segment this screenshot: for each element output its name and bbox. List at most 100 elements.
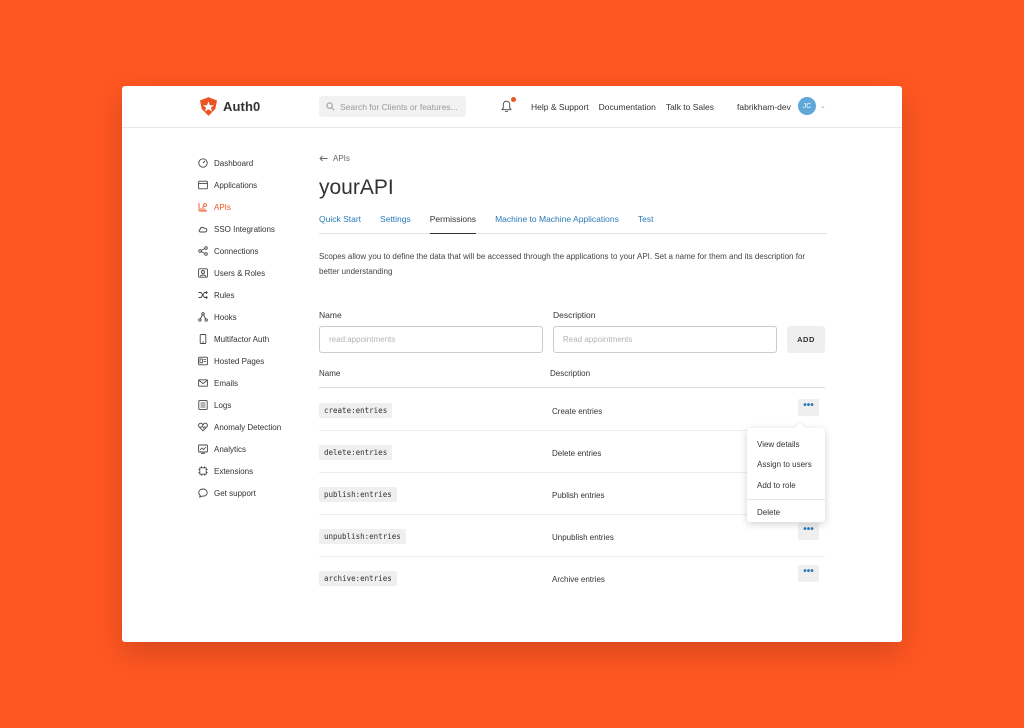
- tab-settings[interactable]: Settings: [380, 214, 411, 234]
- sidebar-item-anomaly-detection[interactable]: Anomaly Detection: [198, 416, 298, 438]
- permission-description: Create entries: [552, 407, 603, 416]
- analytics-icon: [198, 444, 208, 454]
- add-button[interactable]: ADD: [787, 326, 825, 353]
- sidebar-item-label: Applications: [214, 180, 258, 190]
- sidebar-item-label: Multifactor Auth: [214, 334, 270, 344]
- talk-to-sales-link[interactable]: Talk to Sales: [666, 102, 714, 112]
- avatar[interactable]: JC: [798, 97, 816, 115]
- sidebar-item-label: Connections: [214, 246, 259, 256]
- more-icon: •••: [803, 399, 814, 411]
- menu-divider: [747, 498, 825, 500]
- column-header-description: Description: [550, 369, 591, 378]
- page-title: yourAPI: [319, 176, 394, 199]
- sidebar-item-label: APIs: [214, 202, 231, 212]
- more-actions-button[interactable]: •••: [798, 399, 819, 416]
- notification-dot: [511, 97, 516, 102]
- sidebar-item-label: Extensions: [214, 466, 254, 476]
- sidebar-item-apis[interactable]: APIs: [198, 196, 298, 218]
- sidebar-item-get-support[interactable]: Get support: [198, 482, 298, 504]
- sidebar-item-hosted-pages[interactable]: Hosted Pages: [198, 350, 298, 372]
- sidebar-item-multifactor-auth[interactable]: Multifactor Auth: [198, 328, 298, 350]
- tenant-name[interactable]: fabrikham-dev: [737, 102, 791, 112]
- name-field-label: Name: [319, 310, 342, 320]
- documentation-link[interactable]: Documentation: [599, 102, 656, 112]
- apis-icon: [198, 203, 207, 212]
- users-icon: [198, 268, 208, 278]
- chat-icon: [198, 488, 208, 498]
- sidebar-item-logs[interactable]: Logs: [198, 394, 298, 416]
- bell-icon[interactable]: [501, 100, 512, 113]
- auth0-logo-icon: [200, 97, 217, 116]
- search-input[interactable]: [340, 101, 460, 112]
- arrow-left-icon: [319, 155, 328, 161]
- sidebar-item-rules[interactable]: Rules: [198, 284, 298, 306]
- sidebar-item-emails[interactable]: Emails: [198, 372, 298, 394]
- logo[interactable]: Auth0: [200, 97, 260, 116]
- menu-item-assign-to-users[interactable]: Assign to users: [747, 455, 825, 476]
- sidebar-item-users-roles[interactable]: Users & Roles: [198, 262, 298, 284]
- sidebar-item-label: Dashboard: [214, 158, 254, 168]
- column-header-name: Name: [319, 369, 341, 378]
- sidebar-item-label: Users & Roles: [214, 268, 266, 278]
- table-row: archive:entries Archive entries •••: [319, 557, 825, 599]
- permissions-description: Scopes allow you to define the data that…: [319, 252, 806, 276]
- menu-item-add-to-role[interactable]: Add to role: [747, 475, 825, 496]
- chip-icon: [198, 466, 208, 476]
- permission-description: Unpublish entries: [552, 533, 614, 542]
- row-actions-menu: View details Assign to users Add to role…: [747, 428, 825, 522]
- sidebar-item-connections[interactable]: Connections: [198, 240, 298, 262]
- more-icon: •••: [803, 523, 814, 535]
- more-actions-button[interactable]: •••: [798, 523, 819, 540]
- tab-machine-to-machine[interactable]: Machine to Machine Applications: [495, 214, 619, 234]
- sidebar-item-label: Get support: [214, 488, 256, 498]
- help-support-link[interactable]: Help & Support: [531, 102, 589, 112]
- app-window: Auth0 Help & Support Documentation Talk …: [122, 86, 902, 642]
- sidebar-item-label: Logs: [214, 400, 232, 410]
- sidebar-item-label: Analytics: [214, 444, 247, 454]
- permission-description: Archive entries: [552, 575, 605, 584]
- sidebar-item-label: Rules: [214, 290, 235, 300]
- search-box[interactable]: [319, 96, 466, 117]
- menu-item-view-details[interactable]: View details: [747, 434, 825, 455]
- tab-quick-start[interactable]: Quick Start: [319, 214, 361, 234]
- cloud-icon: [198, 226, 208, 233]
- search-icon: [326, 102, 335, 111]
- header-links: Help & Support Documentation Talk to Sal…: [531, 102, 714, 112]
- tab-bar: Quick Start Settings Permissions Machine…: [319, 214, 827, 234]
- sidebar-item-hooks[interactable]: Hooks: [198, 306, 298, 328]
- breadcrumb-label: APIs: [333, 153, 350, 163]
- hooks-icon: [198, 312, 208, 322]
- main-content: APIs yourAPI Quick Start Settings Permis…: [319, 152, 827, 586]
- description-field-label: Description: [553, 310, 596, 320]
- tab-test[interactable]: Test: [638, 214, 654, 234]
- sidebar-item-sso-integrations[interactable]: SSO Integrations: [198, 218, 298, 240]
- menu-item-delete[interactable]: Delete: [747, 503, 825, 524]
- permission-name: unpublish:entries: [319, 529, 406, 544]
- sidebar-item-label: Emails: [214, 378, 239, 388]
- heart-icon: [198, 422, 208, 432]
- sidebar-item-label: Hooks: [214, 312, 237, 322]
- chevron-down-icon[interactable]: ⌄: [820, 102, 826, 110]
- sidebar-item-applications[interactable]: Applications: [198, 174, 298, 196]
- shuffle-icon: [198, 290, 208, 300]
- brand-name: Auth0: [223, 99, 261, 114]
- more-actions-button[interactable]: •••: [798, 565, 819, 582]
- breadcrumb[interactable]: APIs: [319, 152, 827, 164]
- permission-description: Delete entries: [552, 449, 602, 458]
- permission-name-input[interactable]: [319, 326, 543, 353]
- table-row: create:entries Create entries •••: [319, 389, 825, 431]
- sidebar-item-label: Hosted Pages: [214, 356, 265, 366]
- sidebar-item-label: SSO Integrations: [214, 224, 275, 234]
- sidebar-item-dashboard[interactable]: Dashboard: [198, 152, 298, 174]
- hosted-pages-icon: [198, 356, 208, 366]
- sidebar-item-label: Anomaly Detection: [214, 422, 282, 432]
- table-header: Name Description: [319, 369, 825, 388]
- permission-name: create:entries: [319, 403, 393, 418]
- top-bar: Auth0 Help & Support Documentation Talk …: [122, 86, 902, 128]
- permission-description-input[interactable]: [553, 326, 777, 353]
- tab-permissions[interactable]: Permissions: [429, 214, 477, 234]
- sidebar-item-extensions[interactable]: Extensions: [198, 460, 298, 482]
- more-icon: •••: [803, 565, 814, 577]
- sidebar-item-analytics[interactable]: Analytics: [198, 438, 298, 460]
- permission-name: publish:entries: [319, 487, 397, 502]
